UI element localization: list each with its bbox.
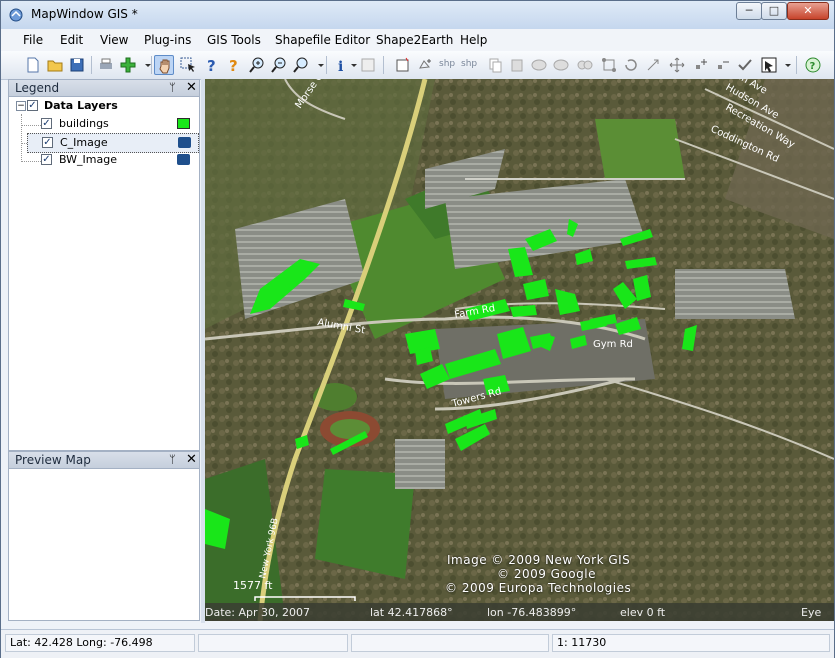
- imagery-date: Date: Apr 30, 2007: [205, 606, 310, 619]
- preview-map-title: Preview Map: [15, 453, 91, 467]
- menu-gis-tools[interactable]: GIS Tools: [207, 33, 261, 47]
- map-canvas[interactable]: Morse Ct Alumni St Farm Rd Gym Rd Towers…: [205, 79, 834, 621]
- shp-label-1[interactable]: shp: [439, 59, 455, 69]
- layer-label: BW_Image: [59, 153, 117, 166]
- paste-shape-icon[interactable]: [507, 55, 527, 75]
- merge-shapes-icon[interactable]: [529, 55, 549, 75]
- print-icon[interactable]: [96, 55, 116, 75]
- imagery-lat: lat 42.417868°: [370, 606, 453, 619]
- imagery-eye: Eye: [801, 606, 821, 619]
- imagery-elev: elev 0 ft: [620, 606, 666, 619]
- layer-row-c-image[interactable]: ✓ C_Image: [27, 133, 199, 153]
- preview-map-header[interactable]: Preview Map ᛘ ✕: [8, 451, 200, 469]
- attribution-line: © 2009 Google: [497, 567, 596, 581]
- status-cell-empty: [351, 634, 549, 652]
- main-toolbar: ? ? i shp shp ?: [1, 51, 834, 80]
- menu-file[interactable]: File: [23, 33, 43, 47]
- preview-map-panel[interactable]: [8, 469, 200, 621]
- menu-view[interactable]: View: [100, 33, 128, 47]
- select-icon[interactable]: [178, 55, 198, 75]
- maximize-button[interactable]: □: [761, 2, 787, 20]
- vertex-edit-icon[interactable]: [599, 55, 619, 75]
- new-shapefile-icon[interactable]: [393, 55, 413, 75]
- add-shape-icon[interactable]: [415, 55, 435, 75]
- layer-label: buildings: [59, 117, 109, 130]
- menu-help[interactable]: Help: [460, 33, 487, 47]
- menu-plugins[interactable]: Plug-ins: [144, 33, 191, 47]
- save-icon[interactable]: [67, 55, 87, 75]
- svg-text:?: ?: [229, 57, 238, 74]
- zoom-in-icon[interactable]: [247, 55, 267, 75]
- close-panel-icon[interactable]: ✕: [186, 452, 197, 467]
- buildings-color-swatch[interactable]: [177, 118, 190, 129]
- pan-hand-icon[interactable]: [154, 55, 174, 75]
- layer-checkbox[interactable]: ✓: [41, 118, 52, 129]
- imagery-lon: lon -76.483899°: [487, 606, 576, 619]
- attribution-line: Image © 2009 New York GIS: [447, 553, 631, 567]
- split-shapes-icon[interactable]: [575, 55, 595, 75]
- minimize-button[interactable]: ─: [736, 2, 762, 20]
- cursor-coordinates: Lat: 42.428 Long: -76.498: [5, 634, 195, 652]
- zoom-dropdown-icon[interactable]: [311, 55, 324, 75]
- help-icon[interactable]: ?: [803, 55, 823, 75]
- title-bar[interactable]: MapWindow GIS * ─ □ ✕: [1, 1, 834, 29]
- map-scale: 1: 11730: [552, 634, 830, 652]
- open-folder-icon[interactable]: [45, 55, 65, 75]
- collapse-icon[interactable]: −: [16, 101, 26, 111]
- legend-header[interactable]: Legend ᛘ ✕: [8, 79, 200, 97]
- copy-shape-icon[interactable]: [485, 55, 505, 75]
- app-window: MapWindow GIS * ─ □ ✕ File Edit View Plu…: [0, 0, 835, 658]
- remove-vertex-icon[interactable]: [713, 55, 733, 75]
- mapwindow-app-icon: [9, 8, 23, 22]
- layer-row-buildings[interactable]: ✓ buildings: [9, 115, 199, 133]
- menu-shape2earth[interactable]: Shape2Earth: [376, 33, 453, 47]
- status-cell-empty: [198, 634, 348, 652]
- road-label: Gym Rd: [593, 339, 633, 350]
- layer-label: C_Image: [60, 136, 108, 149]
- window-title: MapWindow GIS *: [31, 7, 138, 21]
- move-shape-icon[interactable]: [667, 55, 687, 75]
- add-layer-dropdown-icon[interactable]: [138, 55, 151, 75]
- scale-bar-label: 1577 ft: [233, 579, 273, 592]
- menu-bar: File Edit View Plug-ins GIS Tools Shapef…: [1, 29, 834, 51]
- pin-icon[interactable]: ᛘ: [169, 81, 176, 94]
- attribution-line: © 2009 Europa Technologies: [445, 581, 632, 595]
- image-layer-icon: [177, 154, 190, 165]
- pin-icon[interactable]: ᛘ: [169, 453, 176, 466]
- layer-checkbox[interactable]: ✓: [41, 154, 52, 165]
- union-shapes-icon[interactable]: [551, 55, 571, 75]
- add-vertex-icon[interactable]: [691, 55, 711, 75]
- status-bar: Lat: 42.428 Long: -76.498 1: 11730: [1, 629, 834, 658]
- close-panel-icon[interactable]: ✕: [186, 80, 197, 95]
- identify-tool-icon[interactable]: ?: [223, 55, 243, 75]
- new-project-icon[interactable]: [23, 55, 43, 75]
- menu-shapefile-editor[interactable]: Shapefile Editor: [275, 33, 370, 47]
- svg-text:i: i: [338, 59, 343, 74]
- layer-row-bw-image[interactable]: ✓ BW_Image: [9, 151, 199, 169]
- svg-text:?: ?: [810, 61, 816, 72]
- legend-title: Legend: [15, 81, 60, 95]
- finish-edit-check-icon[interactable]: [735, 55, 755, 75]
- group-label: Data Layers: [44, 99, 118, 112]
- zoom-extent-icon[interactable]: [291, 55, 311, 75]
- close-button[interactable]: ✕: [787, 2, 829, 20]
- legend-panel: − ✓ Data Layers ✓ buildings ✓ C_Image ✓ …: [8, 97, 200, 451]
- shp-label-2[interactable]: shp: [461, 59, 477, 69]
- zoom-out-icon[interactable]: [269, 55, 289, 75]
- group-checkbox[interactable]: ✓: [27, 100, 38, 111]
- identify-icon[interactable]: ?: [201, 55, 221, 75]
- image-layer-icon: [178, 137, 191, 148]
- select-by-rectangle-icon[interactable]: [759, 55, 779, 75]
- resize-icon[interactable]: [643, 55, 663, 75]
- svg-text:?: ?: [207, 57, 216, 74]
- info-dropdown-icon[interactable]: [344, 55, 357, 75]
- select-dropdown-icon[interactable]: [778, 55, 791, 75]
- satellite-imagery: Morse Ct Alumni St Farm Rd Gym Rd Towers…: [205, 79, 834, 621]
- menu-edit[interactable]: Edit: [60, 33, 83, 47]
- layer-checkbox[interactable]: ✓: [42, 137, 53, 148]
- table-icon[interactable]: [358, 55, 378, 75]
- tree-group-data-layers[interactable]: − ✓ Data Layers: [9, 97, 199, 115]
- add-layer-icon[interactable]: [118, 55, 138, 75]
- rotate-shape-icon[interactable]: [621, 55, 641, 75]
